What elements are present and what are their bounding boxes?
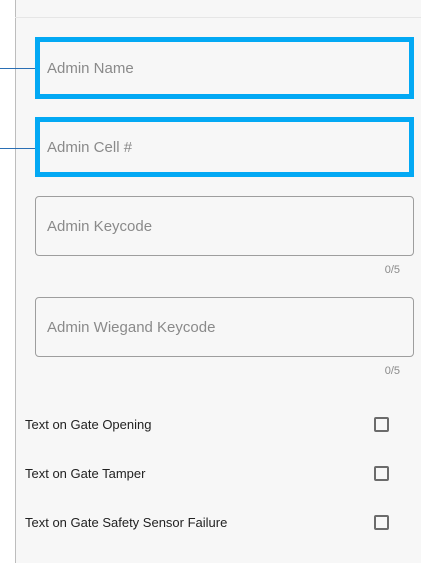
admin-name-field[interactable]	[35, 37, 414, 99]
screen: 0/5 0/5 Text on Gate Opening Text on Gat…	[0, 0, 421, 563]
option-row-gate-tamper[interactable]: Text on Gate Tamper	[15, 458, 421, 488]
option-label-gate-tamper: Text on Gate Tamper	[25, 465, 146, 481]
panel-divider	[15, 17, 421, 18]
admin-cell-input[interactable]	[47, 138, 409, 156]
admin-wiegand-keycode-field[interactable]	[35, 297, 414, 357]
admin-wiegand-keycode-input[interactable]	[47, 318, 413, 336]
option-label-safety-sensor-failure: Text on Gate Safety Sensor Failure	[25, 514, 228, 530]
checkbox-gate-tamper[interactable]	[374, 465, 389, 481]
checkbox-gate-opening[interactable]	[374, 416, 389, 432]
admin-keycode-field[interactable]	[35, 196, 414, 256]
admin-name-callout-line	[0, 68, 35, 69]
option-row-gate-opening[interactable]: Text on Gate Opening	[15, 409, 421, 439]
admin-cell-callout-line	[0, 148, 35, 149]
admin-wiegand-keycode-counter: 0/5	[384, 365, 400, 377]
admin-name-input[interactable]	[47, 59, 409, 77]
admin-keycode-input[interactable]	[47, 217, 413, 235]
option-label-gate-opening: Text on Gate Opening	[25, 416, 152, 432]
admin-keycode-counter: 0/5	[384, 264, 400, 276]
admin-cell-field[interactable]	[35, 117, 414, 177]
checkbox-safety-sensor-failure[interactable]	[374, 514, 389, 530]
option-row-safety-sensor-failure[interactable]: Text on Gate Safety Sensor Failure	[15, 507, 421, 537]
